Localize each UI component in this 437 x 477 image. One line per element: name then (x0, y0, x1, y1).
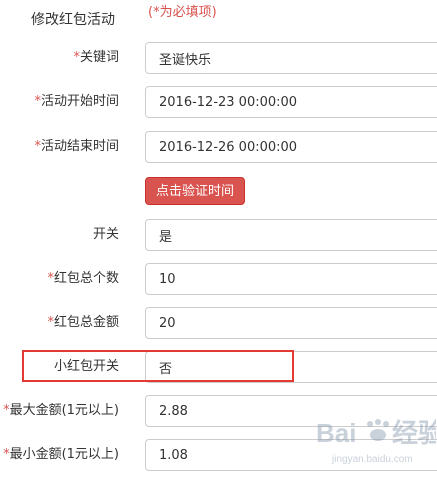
total-amount-input[interactable] (145, 307, 437, 339)
field-label-text: 红包总个数 (53, 271, 119, 286)
field-label-keyword: *关键词 (73, 49, 119, 67)
field-label-text: 开关 (92, 227, 119, 242)
field-label-total-amount: *红包总金额 (47, 314, 119, 332)
edit-redpacket-form-page: 修改红包活动 (*为必填项) *关键词 *活动开始时间 *活动结束时间 点击验证… (0, 0, 437, 477)
field-label-start-time: *活动开始时间 (34, 93, 119, 111)
baidu-jingyan-watermark-logo: Bai 经验 jingyan.baidu.com (316, 418, 436, 465)
total-count-input[interactable] (145, 263, 437, 295)
verify-time-button[interactable]: 点击验证时间 (145, 177, 245, 205)
field-label-text: 红包总金额 (53, 315, 119, 330)
end-time-input[interactable] (145, 131, 437, 163)
field-label-text: 活动结束时间 (40, 139, 119, 154)
annotation-highlight-box (22, 350, 294, 382)
start-time-input[interactable] (145, 86, 437, 118)
keyword-input[interactable] (145, 42, 437, 74)
switch-input[interactable] (145, 219, 437, 251)
field-label-text: 最大金额(1元以上) (9, 403, 119, 418)
field-label-text: 关键词 (79, 50, 119, 65)
field-label-text: 最小金额(1元以上) (9, 447, 119, 462)
svg-text:jingyan.baidu.com: jingyan.baidu.com (331, 454, 413, 465)
page-title: 修改红包活动 (31, 12, 115, 28)
field-label-end-time: *活动结束时间 (34, 138, 119, 156)
required-note: (*为必填项) (148, 5, 217, 20)
field-label-text: 活动开始时间 (40, 94, 119, 109)
svg-text:经验: 经验 (392, 418, 436, 448)
field-label-max-amount: *最大金额(1元以上) (3, 402, 119, 420)
field-label-min-amount: *最小金额(1元以上) (3, 446, 119, 464)
paw-icon (367, 419, 389, 441)
svg-text:Bai: Bai (316, 418, 356, 448)
field-label-total-count: *红包总个数 (47, 270, 119, 288)
field-label-switch: 开关 (93, 226, 119, 244)
